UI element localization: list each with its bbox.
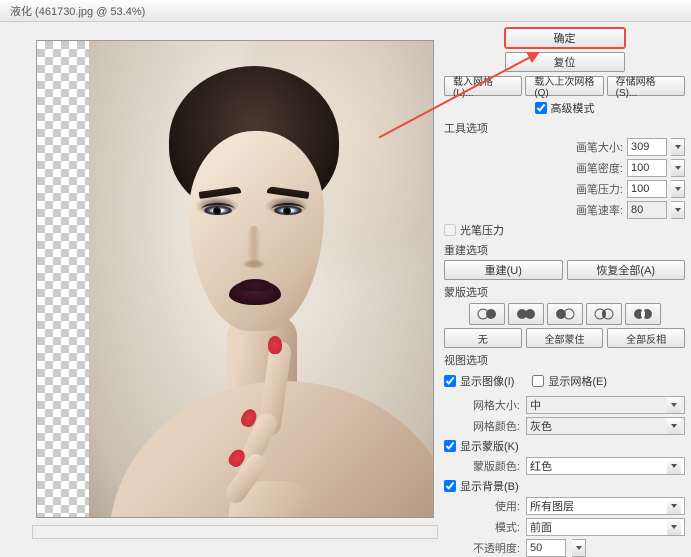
- mask-add-icon[interactable]: [508, 303, 544, 325]
- options-panel: 确定 复位 载入网格(L)... 载入上次网格(Q) 存储网格(S)... 高级…: [438, 22, 691, 538]
- show-mesh-checkbox[interactable]: [532, 375, 544, 387]
- mask-exclude-icon[interactable]: [625, 303, 661, 325]
- window-title: 液化 (461730.jpg @ 53.4%): [10, 3, 145, 19]
- show-mesh-label: 显示网格(E): [548, 373, 607, 389]
- brush-pressure-label: 画笔压力:: [576, 181, 623, 197]
- mask-replace-icon[interactable]: [469, 303, 505, 325]
- opacity-dd[interactable]: [572, 539, 586, 557]
- mesh-color-select: 灰色: [526, 417, 685, 435]
- opacity-input[interactable]: [526, 539, 566, 557]
- opacity-label: 不透明度:: [460, 540, 520, 556]
- advanced-mode-label: 高级模式: [551, 100, 595, 116]
- tool-options-label: 工具选项: [444, 120, 685, 136]
- advanced-mode-checkbox[interactable]: [535, 102, 547, 114]
- mask-options-label: 蒙版选项: [444, 284, 685, 300]
- show-bg-label: 显示背景(B): [460, 478, 519, 494]
- mask-all-button[interactable]: 全部蒙住: [526, 328, 604, 348]
- reset-button[interactable]: 复位: [505, 52, 625, 72]
- use-label: 使用:: [460, 498, 520, 514]
- brush-size-input[interactable]: [627, 138, 667, 156]
- mask-intersect-icon[interactable]: [586, 303, 622, 325]
- mask-color-select[interactable]: 红色: [526, 457, 685, 475]
- mode-label: 模式:: [460, 519, 520, 535]
- brush-size-dd[interactable]: [671, 138, 685, 156]
- view-options-label: 视图选项: [444, 352, 685, 368]
- brush-pressure-input[interactable]: [627, 180, 667, 198]
- brush-size-label: 画笔大小:: [576, 139, 623, 155]
- brush-density-label: 画笔密度:: [576, 160, 623, 176]
- brush-rate-label: 画笔速率:: [576, 202, 623, 218]
- show-bg-checkbox[interactable]: [444, 480, 456, 492]
- brush-rate-dd[interactable]: [671, 201, 685, 219]
- canvas-area: [0, 22, 438, 538]
- save-mesh-button[interactable]: 存储网格(S)...: [607, 76, 685, 96]
- brush-density-dd[interactable]: [671, 159, 685, 177]
- ok-button[interactable]: 确定: [505, 28, 625, 48]
- brush-pressure-dd[interactable]: [671, 180, 685, 198]
- mask-subtract-icon[interactable]: [547, 303, 583, 325]
- mask-color-label: 蒙版颜色:: [460, 458, 520, 474]
- show-image-label: 显示图像(I): [460, 373, 514, 389]
- mask-mode-icons: [444, 303, 685, 325]
- mesh-color-label: 网格颜色:: [460, 418, 520, 434]
- mode-select[interactable]: 前面: [526, 518, 685, 536]
- title-bar: 液化 (461730.jpg @ 53.4%): [0, 0, 691, 22]
- use-select[interactable]: 所有图层: [526, 497, 685, 515]
- restore-all-button[interactable]: 恢复全部(A): [567, 260, 686, 280]
- show-mask-label: 显示蒙版(K): [460, 438, 519, 454]
- show-mask-checkbox[interactable]: [444, 440, 456, 452]
- image-preview: [89, 41, 433, 517]
- mesh-size-label: 网格大小:: [460, 397, 520, 413]
- show-image-checkbox[interactable]: [444, 375, 456, 387]
- mask-invert-button[interactable]: 全部反相: [607, 328, 685, 348]
- pen-pressure-checkbox: [444, 224, 456, 236]
- rebuild-button[interactable]: 重建(U): [444, 260, 563, 280]
- load-mesh-button[interactable]: 载入网格(L)...: [444, 76, 522, 96]
- horizontal-scrollbar[interactable]: [32, 525, 438, 539]
- mesh-size-select: 中: [526, 396, 685, 414]
- pen-pressure-label: 光笔压力: [460, 222, 504, 238]
- reconstruct-label: 重建选项: [444, 242, 685, 258]
- canvas[interactable]: [36, 40, 434, 518]
- load-last-mesh-button[interactable]: 载入上次网格(Q): [525, 76, 603, 96]
- main-area: 确定 复位 载入网格(L)... 载入上次网格(Q) 存储网格(S)... 高级…: [0, 22, 691, 538]
- brush-rate-input: [627, 201, 667, 219]
- brush-density-input[interactable]: [627, 159, 667, 177]
- mask-none-button[interactable]: 无: [444, 328, 522, 348]
